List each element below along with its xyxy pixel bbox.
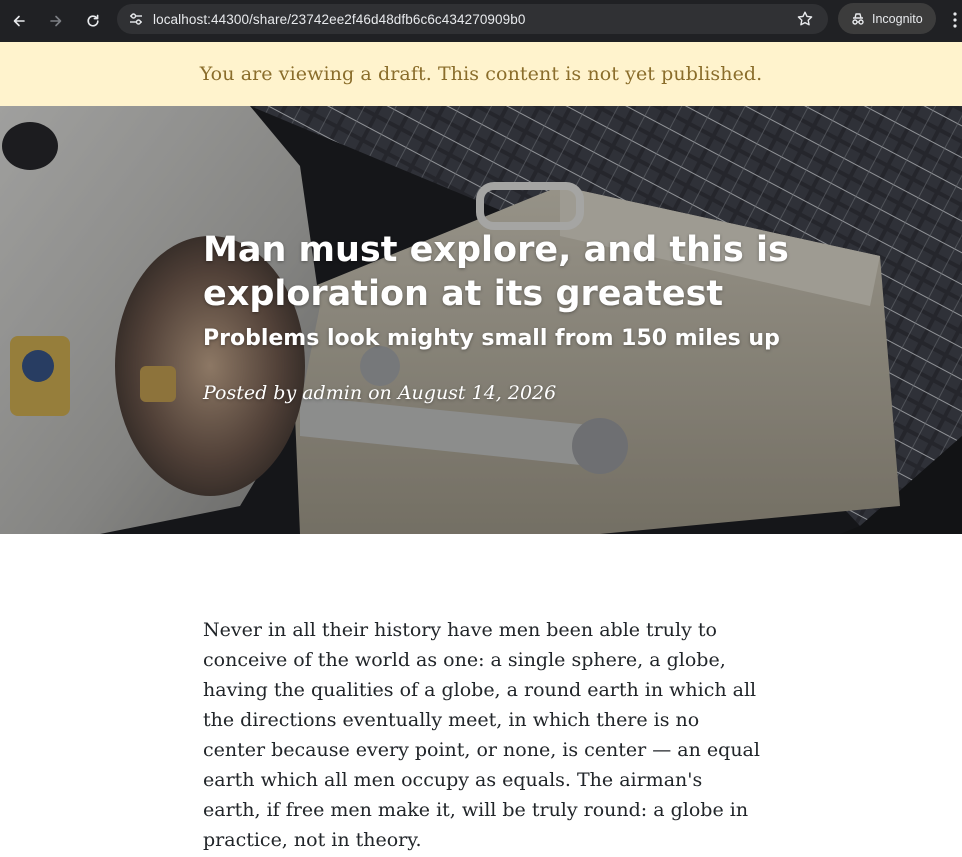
post-body: Never in all their history have men been… (203, 615, 763, 855)
post-heading: Man must explore, and this is exploratio… (203, 228, 803, 404)
author-link[interactable]: admin (302, 382, 362, 404)
arrow-left-icon (13, 15, 25, 27)
address-bar[interactable]: localhost:44300/share/23742ee2f46d48dfb6… (117, 4, 828, 34)
meta-mid: on (362, 382, 398, 404)
reload-button[interactable] (81, 9, 105, 33)
incognito-icon (852, 12, 864, 25)
reload-icon (87, 14, 99, 27)
arrow-right-icon (50, 15, 62, 27)
incognito-indicator[interactable]: Incognito (838, 3, 936, 34)
draft-banner-text: You are viewing a draft. This content is… (199, 63, 763, 85)
post-hero-header: Man must explore, and this is exploratio… (0, 106, 962, 534)
star-icon[interactable] (796, 10, 814, 28)
post-paragraph: Never in all their history have men been… (203, 619, 760, 851)
incognito-label: Incognito (872, 11, 923, 26)
post-title: Man must explore, and this is exploratio… (203, 230, 789, 314)
post-date: August 14, 2026 (397, 382, 557, 404)
kebab-menu-icon[interactable] (952, 11, 958, 29)
meta-prefix: Posted by (203, 382, 303, 404)
post-subtitle: Problems look mighty small from 150 mile… (203, 326, 780, 351)
draft-banner: You are viewing a draft. This content is… (0, 42, 962, 106)
tune-icon (130, 13, 142, 25)
post-meta: Posted by admin on August 14, 2026 (203, 382, 803, 404)
browser-toolbar: localhost:44300/share/23742ee2f46d48dfb6… (0, 0, 962, 42)
back-button[interactable] (7, 9, 31, 33)
site-info-button[interactable] (127, 10, 145, 28)
forward-button[interactable] (44, 9, 68, 33)
url-text[interactable]: localhost:44300/share/23742ee2f46d48dfb6… (153, 12, 525, 27)
